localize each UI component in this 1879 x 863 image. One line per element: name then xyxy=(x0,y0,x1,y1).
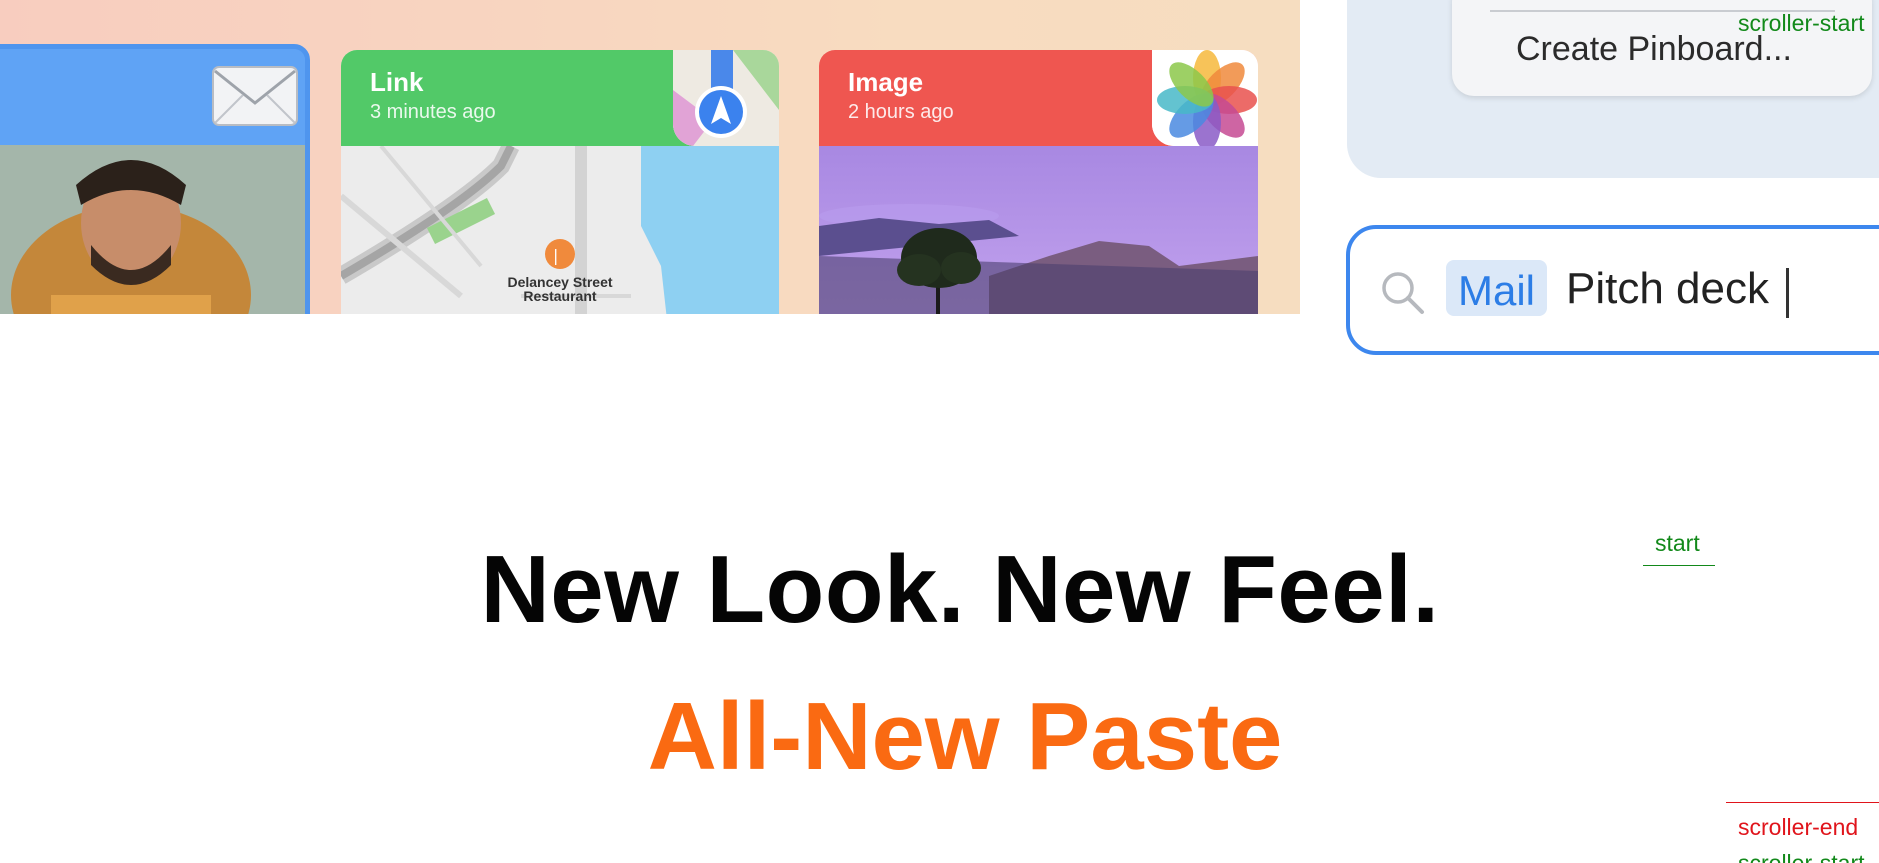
card-timestamp: 2 hours ago xyxy=(848,101,954,123)
scroller-start-marker: scroller-start xyxy=(1738,10,1865,36)
mail-icon xyxy=(199,49,305,145)
clipboard-card-link[interactable]: Link 3 minutes ago | Delancey Street Res… xyxy=(341,50,779,314)
search-filter-token[interactable]: Mail xyxy=(1446,260,1548,316)
scroller-end-line xyxy=(1726,802,1879,803)
headline: New Look. New Feel. xyxy=(480,536,1440,643)
start-marker-line xyxy=(1643,565,1715,566)
scroller-end-marker: scroller-end xyxy=(1738,814,1859,840)
svg-text:|: | xyxy=(553,246,558,265)
card-title: Link xyxy=(370,67,424,97)
search-query: Pitch deck xyxy=(1566,264,1769,313)
scroller-start-marker-bottom: scroller-start xyxy=(1738,850,1865,863)
map-place-label-2: Restaurant xyxy=(523,288,596,304)
clipboard-card-mail[interactable] xyxy=(0,44,310,314)
hero-band: Link 3 minutes ago | Delancey Street Res… xyxy=(0,0,1300,314)
photos-icon xyxy=(1152,50,1258,146)
clipboard-card-image[interactable]: Image 2 hours ago xyxy=(819,50,1258,314)
card-preview-photo xyxy=(0,145,305,314)
card-title: Image xyxy=(848,67,924,97)
start-marker: start xyxy=(1655,530,1700,556)
card-map-preview: | Delancey Street Restaurant xyxy=(341,141,779,314)
maps-icon xyxy=(673,50,779,146)
search-icon xyxy=(1378,268,1426,316)
subheadline: All-New Paste xyxy=(647,683,1283,790)
card-timestamp: 3 minutes ago xyxy=(370,101,496,123)
text-caret xyxy=(1786,268,1789,318)
page-root: Link 3 minutes ago | Delancey Street Res… xyxy=(0,0,1879,863)
card-photo-preview xyxy=(819,146,1258,314)
